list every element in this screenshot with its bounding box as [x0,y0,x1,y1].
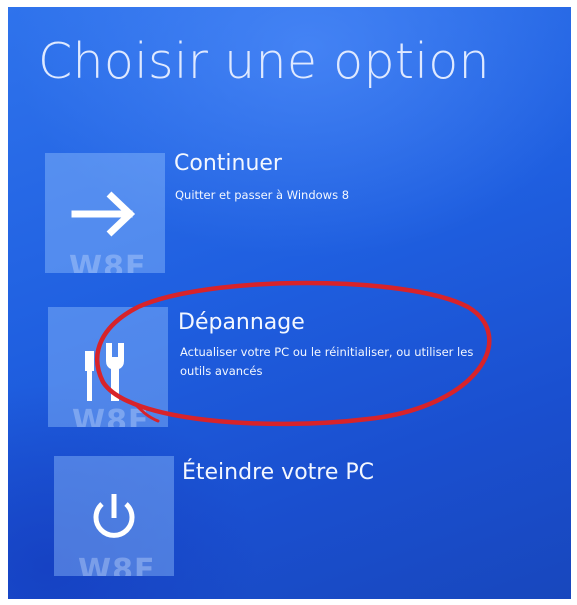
photo-frame: Choisir une option W8F Continuer Quitter… [0,0,577,605]
option-subtitle: Actualiser votre PC ou le réinitialiser,… [180,345,474,378]
recovery-screen: Choisir une option W8F Continuer Quitter… [8,7,571,599]
option-shutdown[interactable]: W8F Éteindre votre PC [8,456,571,576]
troubleshoot-tile[interactable]: W8F [48,307,168,427]
page-title: Choisir une option [38,33,490,90]
option-title: Éteindre votre PC [182,460,374,485]
shutdown-tile[interactable]: W8F [54,456,174,576]
tile-watermark: W8F [72,404,150,427]
option-subtitle: Quitter et passer à Windows 8 [175,188,350,202]
continue-tile[interactable]: W8F [45,153,165,273]
tile-watermark: W8F [69,250,147,273]
option-title: Dépannage [178,310,305,335]
option-title: Continuer [174,151,282,176]
option-troubleshoot[interactable]: W8F Dépannage Actualiser votre PC ou le … [8,307,571,427]
tile-watermark: W8F [78,553,156,576]
option-continue[interactable]: W8F Continuer Quitter et passer à Window… [8,151,571,273]
